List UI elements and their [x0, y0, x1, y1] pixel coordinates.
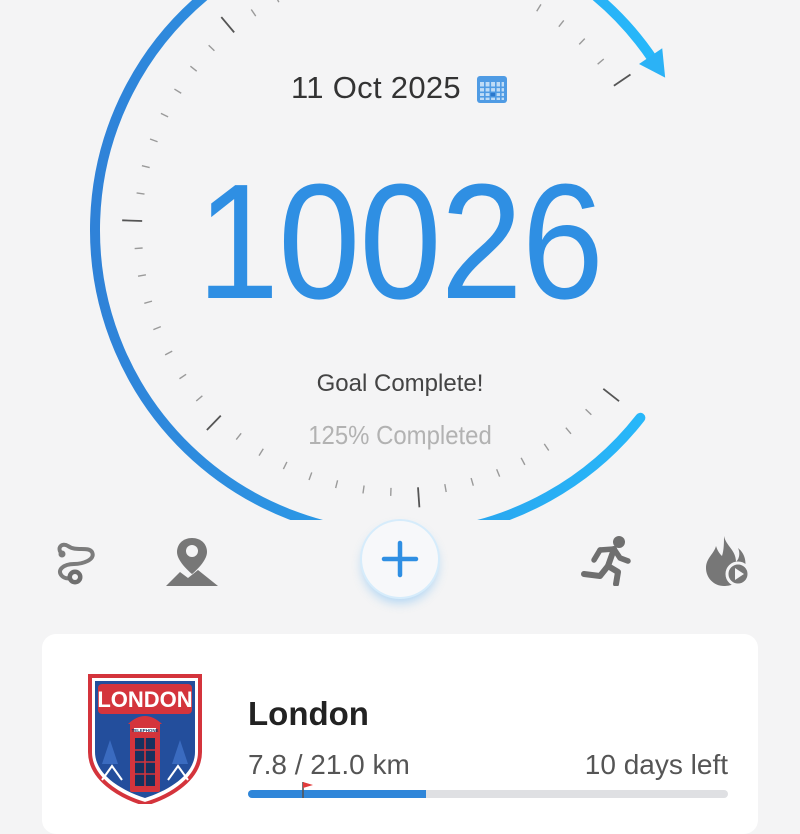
minor-tick — [150, 139, 158, 142]
minor-tick — [497, 469, 500, 476]
svg-text:TELEPHONE: TELEPHONE — [132, 728, 159, 733]
major-tick — [221, 17, 234, 32]
step-count: 10026 — [40, 160, 760, 324]
minor-tick — [309, 472, 312, 480]
route-button[interactable] — [48, 540, 100, 588]
minor-tick — [161, 113, 168, 117]
map-pin-icon — [164, 534, 220, 588]
minor-tick — [363, 485, 364, 493]
flag-icon — [301, 780, 315, 798]
route-icon — [48, 540, 100, 588]
minor-tick — [445, 484, 446, 492]
svg-text:LONDON: LONDON — [97, 687, 192, 712]
challenge-distance: 7.8 / 21.0 km — [248, 749, 410, 781]
minor-tick — [251, 9, 255, 16]
minor-tick — [153, 327, 160, 330]
challenge-days-left: 10 days left — [585, 749, 728, 781]
challenge-card[interactable]: LONDON TELEPHONE London 7.8 / 21.0 km 10… — [42, 634, 758, 834]
minor-tick — [165, 351, 172, 355]
minor-tick — [537, 4, 541, 11]
minor-tick — [521, 458, 525, 465]
calories-icon — [702, 534, 754, 588]
date-label: 11 Oct 2025 — [291, 70, 461, 106]
goal-percent: 125% Completed — [32, 420, 768, 451]
date-selector[interactable]: 11 Oct 2025 — [0, 70, 800, 106]
running-icon — [578, 534, 634, 586]
add-icon — [362, 521, 438, 597]
major-tick — [418, 487, 419, 507]
minor-tick — [336, 480, 338, 488]
challenge-title: London — [248, 695, 369, 733]
add-button[interactable] — [362, 521, 438, 597]
minor-tick — [209, 45, 215, 51]
challenge-progress-bar — [248, 790, 728, 798]
map-button[interactable] — [164, 534, 220, 588]
minor-tick — [559, 20, 564, 26]
london-badge-icon: LONDON TELEPHONE — [82, 670, 208, 804]
challenge-progress-fill — [248, 790, 426, 798]
calendar-icon[interactable] — [475, 71, 509, 105]
workout-button[interactable] — [578, 534, 634, 586]
minor-tick — [586, 409, 592, 415]
calories-button[interactable] — [702, 534, 754, 588]
minor-tick — [283, 462, 287, 469]
minor-tick — [579, 39, 585, 45]
minor-tick — [598, 59, 604, 64]
minor-tick — [471, 478, 473, 486]
goal-status: Goal Complete! — [0, 370, 800, 398]
minor-tick — [275, 0, 279, 2]
